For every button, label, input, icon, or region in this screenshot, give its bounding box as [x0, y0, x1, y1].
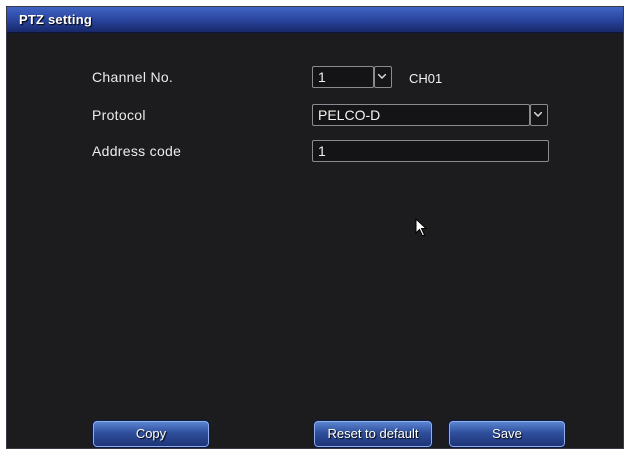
save-button[interactable]: Save — [448, 420, 566, 448]
protocol-select[interactable]: PELCO-D — [312, 104, 530, 126]
ptz-setting-window: PTZ setting Channel No. 1 CH01 Protocol … — [6, 6, 624, 449]
protocol-label: Protocol — [92, 107, 146, 123]
reset-to-default-button[interactable]: Reset to default — [313, 420, 433, 448]
mouse-pointer-icon — [415, 218, 428, 237]
channel-label: Channel No. — [92, 69, 174, 85]
protocol-dropdown-button[interactable] — [530, 104, 548, 126]
title-bar: PTZ setting — [7, 7, 623, 33]
copy-button[interactable]: Copy — [92, 420, 210, 448]
channel-dropdown-button[interactable] — [374, 66, 392, 88]
window-title: PTZ setting — [19, 12, 92, 27]
chevron-down-icon — [534, 112, 542, 117]
chevron-down-icon — [378, 74, 386, 79]
address-code-label: Address code — [92, 143, 182, 159]
channel-select[interactable]: 1 — [312, 66, 374, 88]
channel-name: CH01 — [409, 71, 443, 86]
address-code-input[interactable]: 1 — [312, 140, 549, 162]
